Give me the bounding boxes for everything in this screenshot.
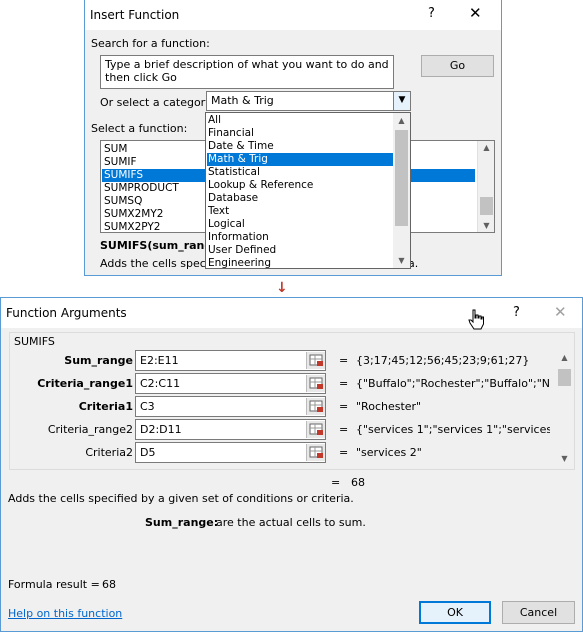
category-option[interactable]: Engineering bbox=[208, 257, 271, 270]
arg-input-sum-range[interactable]: E2:E11 bbox=[135, 350, 326, 371]
scroll-up-icon[interactable]: ▲ bbox=[478, 143, 495, 152]
function-arguments-title: Function Arguments bbox=[6, 306, 127, 320]
arg-row-sum-range: Sum_range E2:E11 = {3;17;45;12;56;45;23;… bbox=[10, 350, 550, 372]
range-select-icon[interactable] bbox=[306, 421, 325, 438]
close-icon[interactable]: ✕ bbox=[469, 4, 482, 22]
arg-input-value: C2:C11 bbox=[140, 377, 181, 390]
scroll-down-icon[interactable]: ▼ bbox=[478, 221, 495, 230]
category-option[interactable]: All bbox=[208, 114, 221, 127]
arg-label: Criteria_range2 bbox=[47, 423, 133, 436]
range-select-icon[interactable] bbox=[306, 352, 325, 369]
arg-result: {"Buffalo";"Rochester";"Buffalo";"Ne... bbox=[356, 377, 550, 390]
insert-function-titlebar: Insert Function ? ✕ bbox=[85, 0, 501, 30]
arg-row-criteria-range2: Criteria_range2 D2:D11 = {"services 1";"… bbox=[10, 419, 550, 441]
range-select-icon[interactable] bbox=[306, 375, 325, 392]
category-option[interactable]: Date & Time bbox=[208, 140, 274, 153]
arguments-scrollbar[interactable]: ▲ ▼ bbox=[556, 353, 573, 463]
scroll-thumb[interactable] bbox=[480, 197, 493, 215]
list-item[interactable]: SUMPRODUCT bbox=[104, 182, 179, 195]
function-arguments-titlebar: Function Arguments ? ✕ bbox=[1, 298, 582, 328]
help-icon[interactable]: ? bbox=[513, 305, 520, 320]
arrow-down-icon: ↓ bbox=[276, 280, 288, 296]
ok-button[interactable]: OK bbox=[419, 601, 491, 624]
arg-label: Criteria2 bbox=[85, 446, 133, 459]
arg-result: "services 2" bbox=[356, 446, 422, 459]
arg-result: {"services 1";"services 1";"services 1";… bbox=[356, 423, 550, 436]
search-label: Search for a function: bbox=[91, 37, 210, 50]
arg-input-criteria-range2[interactable]: D2:D11 bbox=[135, 419, 326, 440]
cursor-hand-icon bbox=[468, 309, 484, 330]
help-link[interactable]: Help on this function bbox=[8, 607, 122, 620]
function-list-scrollbar[interactable]: ▲ ▼ bbox=[477, 141, 494, 232]
arg-input-criteria1[interactable]: C3 bbox=[135, 396, 326, 417]
arg-row-criteria-range1: Criteria_range1 C2:C11 = {"Buffalo";"Roc… bbox=[10, 373, 550, 395]
result-equals: = bbox=[331, 476, 341, 489]
search-input[interactable]: Type a brief description of what you wan… bbox=[100, 55, 394, 89]
arg-equals: = bbox=[339, 354, 349, 367]
help-icon[interactable]: ? bbox=[428, 6, 435, 21]
scroll-down-icon[interactable]: ▼ bbox=[393, 256, 410, 265]
category-select-value: Math & Trig bbox=[211, 94, 274, 107]
cancel-button[interactable]: Cancel bbox=[502, 601, 575, 624]
category-option[interactable]: Information bbox=[208, 231, 269, 244]
insert-function-title: Insert Function bbox=[90, 8, 180, 22]
list-item[interactable]: SUMX2MY2 bbox=[104, 208, 163, 221]
category-option[interactable]: User Defined bbox=[208, 244, 276, 257]
function-description: Adds the cells specified by a given set … bbox=[8, 492, 354, 505]
arg-equals: = bbox=[339, 377, 349, 390]
arguments-group: SUMIFS Sum_range E2:E11 = {3;17;45;12;56… bbox=[9, 332, 575, 470]
go-button[interactable]: Go bbox=[421, 55, 494, 77]
function-description-start: Adds the cells specifi bbox=[100, 257, 216, 270]
arg-help-name: Sum_range: bbox=[145, 516, 219, 529]
scroll-thumb[interactable] bbox=[395, 130, 408, 226]
function-label: Select a function: bbox=[91, 122, 188, 135]
range-select-icon[interactable] bbox=[306, 398, 325, 415]
arg-label: Criteria_range1 bbox=[37, 377, 133, 390]
list-item[interactable]: SUMSQ bbox=[104, 195, 142, 208]
scroll-up-icon[interactable]: ▲ bbox=[393, 116, 410, 125]
scroll-up-icon[interactable]: ▲ bbox=[556, 353, 573, 362]
arg-row-criteria1: Criteria1 C3 = "Rochester" bbox=[10, 396, 550, 418]
category-label: Or select a category: bbox=[100, 96, 215, 109]
scroll-down-icon[interactable]: ▼ bbox=[556, 454, 573, 463]
arg-result: {3;17;45;12;56;45;23;9;61;27} bbox=[356, 354, 530, 367]
arg-equals: = bbox=[339, 446, 349, 459]
range-select-icon[interactable] bbox=[306, 444, 325, 461]
function-arguments-dialog: Function Arguments ? ✕ SUMIFS Sum_range … bbox=[0, 297, 583, 632]
arg-input-value: D2:D11 bbox=[140, 423, 182, 436]
arg-equals: = bbox=[339, 423, 349, 436]
category-select[interactable]: Math & Trig ▼ bbox=[206, 91, 411, 111]
arg-row-criteria2: Criteria2 D5 = "services 2" bbox=[10, 442, 550, 464]
category-option[interactable]: Lookup & Reference bbox=[208, 179, 313, 192]
category-scrollbar[interactable]: ▲ ▼ bbox=[393, 113, 410, 268]
category-dropdown[interactable]: All Financial Date & Time Math & Trig St… bbox=[205, 112, 411, 269]
category-option[interactable]: Database bbox=[208, 192, 258, 205]
arg-input-value: E2:E11 bbox=[140, 354, 179, 367]
category-option-selected[interactable]: Math & Trig bbox=[207, 153, 393, 166]
arg-result: "Rochester" bbox=[356, 400, 422, 413]
list-item[interactable]: SUMX2PY2 bbox=[104, 221, 160, 234]
list-item[interactable]: SUM bbox=[104, 143, 127, 156]
category-option[interactable]: Statistical bbox=[208, 166, 260, 179]
arg-help-text: are the actual cells to sum. bbox=[216, 516, 366, 529]
list-item[interactable]: SUMIF bbox=[104, 156, 137, 169]
arg-equals: = bbox=[339, 400, 349, 413]
chevron-down-icon[interactable]: ▼ bbox=[393, 92, 410, 110]
category-option[interactable]: Text bbox=[208, 205, 229, 218]
arg-input-criteria2[interactable]: D5 bbox=[135, 442, 326, 463]
formula-result-value: 68 bbox=[102, 578, 116, 591]
arg-input-criteria-range1[interactable]: C2:C11 bbox=[135, 373, 326, 394]
result-value: 68 bbox=[351, 476, 365, 489]
arg-input-value: C3 bbox=[140, 400, 155, 413]
formula-result-label: Formula result = bbox=[8, 578, 100, 591]
close-icon[interactable]: ✕ bbox=[554, 303, 567, 321]
arg-label: Criteria1 bbox=[78, 400, 133, 413]
category-option[interactable]: Logical bbox=[208, 218, 245, 231]
arg-input-value: D5 bbox=[140, 446, 156, 459]
group-title: SUMIFS bbox=[14, 335, 55, 348]
scroll-thumb[interactable] bbox=[558, 369, 571, 386]
category-option[interactable]: Financial bbox=[208, 127, 254, 140]
arg-label: Sum_range bbox=[64, 354, 133, 367]
